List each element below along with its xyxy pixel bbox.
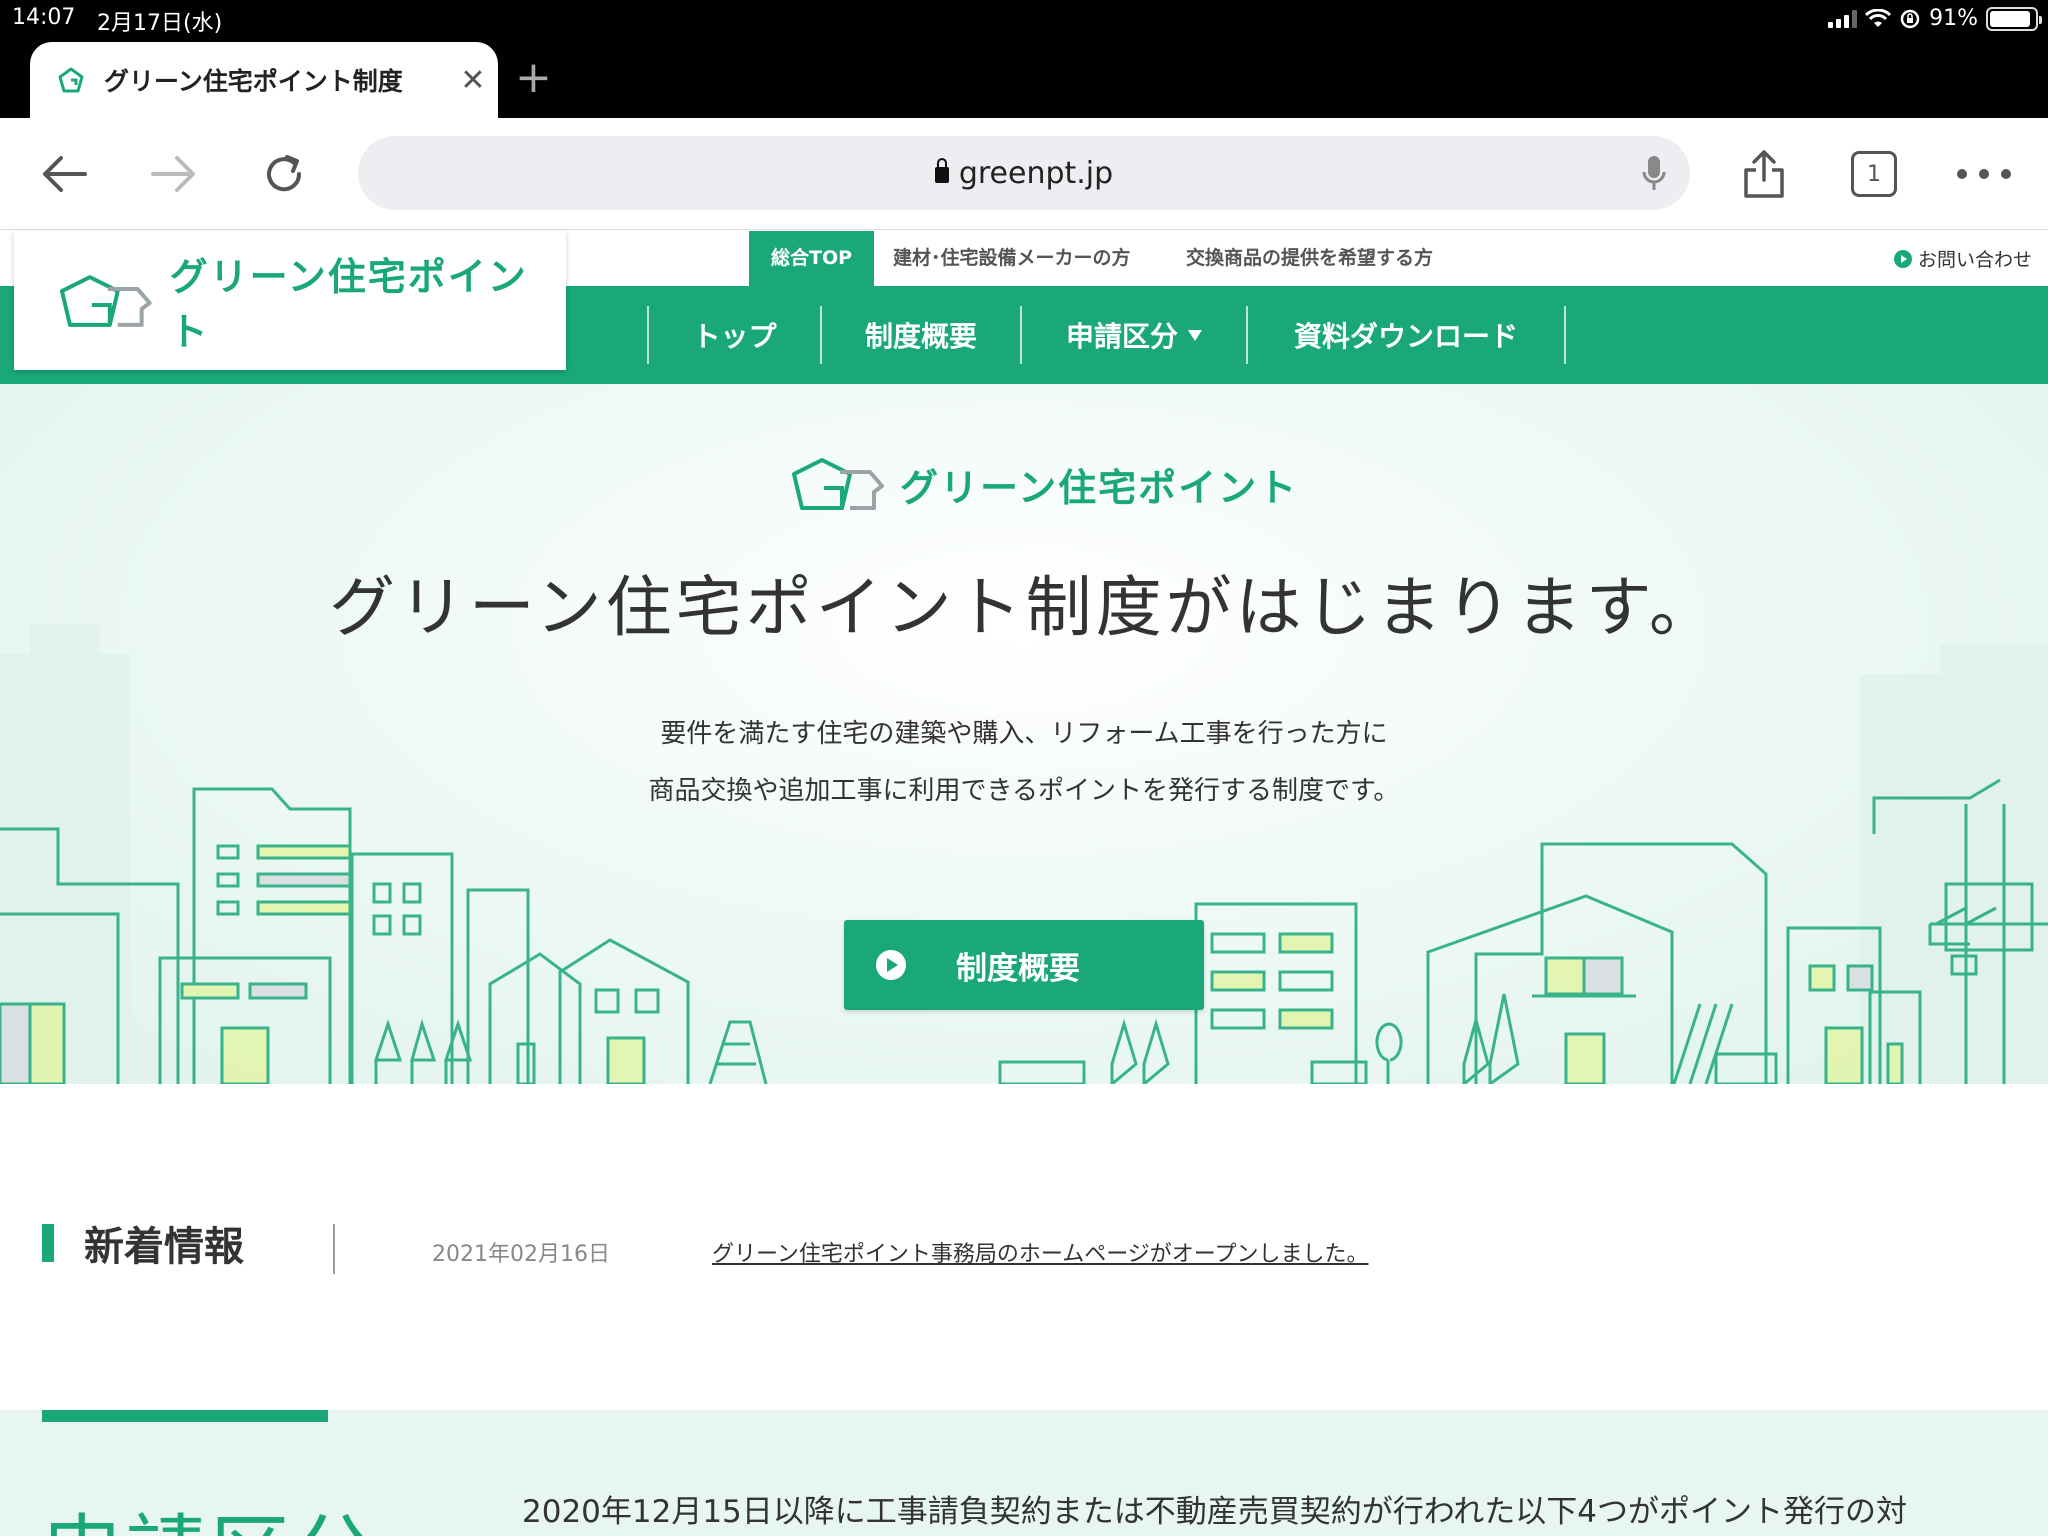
hero-section: グリーン住宅ポイント グリーン住宅ポイント制度がはじまります。 要件を満たす住宅… — [0, 384, 2048, 1084]
contact-label: お問い合わせ — [1917, 249, 2032, 271]
caret-down-icon — [1188, 329, 1202, 341]
arrow-circle-icon — [1893, 249, 1912, 268]
overview-button[interactable]: 制度概要 — [844, 920, 1204, 1010]
nav-item-download[interactable]: 資料ダウンロード — [1246, 306, 1566, 364]
subnav-item-makers[interactable]: 建材･住宅設備メーカーの方 — [893, 231, 1131, 286]
application-category-section: 申請区分 2020年12月15日以降に工事請負契約または不動産売買契約が行われた… — [0, 1410, 2048, 1536]
tab-strip: グリーン住宅ポイント制度 ✕ + — [0, 40, 2048, 118]
hero-title: グリーン住宅ポイント制度がはじまります。 — [328, 569, 1720, 646]
address-bar[interactable]: greenpt.jp — [358, 136, 1690, 210]
battery-percent: 91% — [1929, 6, 1978, 31]
nav-item-category[interactable]: 申請区分 — [1020, 306, 1246, 364]
status-date: 2月17日(水) — [97, 11, 223, 36]
house-logo-icon — [59, 274, 152, 327]
url-text: greenpt.jp — [958, 155, 1114, 191]
section-accent-bar — [42, 1410, 328, 1422]
nav-item-top[interactable]: トップ — [647, 306, 820, 364]
battery-icon — [1986, 6, 2042, 31]
lock-icon — [934, 158, 949, 183]
news-section: 新着情報 2021年02月16日 グリーン住宅ポイント事務局のホームページがオー… — [0, 1084, 2048, 1410]
wifi-icon — [1865, 8, 1892, 27]
forward-icon[interactable] — [144, 144, 204, 204]
hero-description-line: 要件を満たす住宅の建築や購入、リフォーム工事を行った方に — [660, 719, 1388, 749]
status-time: 14:07 — [12, 5, 76, 30]
hero-description-line: 商品交換や追加工事に利用できるポイントを発行する制度です。 — [648, 776, 1400, 806]
nav-item-label: 制度概要 — [864, 320, 977, 353]
tab-count: 1 — [1851, 151, 1897, 197]
logo-text: グリーン住宅ポイント — [169, 254, 528, 354]
status-indicators: 91% — [1828, 6, 2042, 31]
share-icon[interactable] — [1734, 144, 1794, 204]
reload-icon[interactable] — [254, 144, 314, 204]
hero-logo-text: グリーン住宅ポイント — [900, 465, 1299, 510]
house-logo-icon — [792, 458, 884, 510]
tab-overview-button[interactable]: 1 — [1844, 144, 1904, 204]
nav-item-label: 申請区分 — [1065, 320, 1178, 353]
microphone-icon[interactable] — [1642, 154, 1666, 194]
application-category-heading: 申請区分 — [42, 1488, 378, 1536]
hero-logo: グリーン住宅ポイント — [790, 456, 1298, 512]
news-heading: 新着情報 — [84, 1224, 244, 1270]
nav-item-label: 資料ダウンロード — [1293, 320, 1518, 353]
news-date: 2021年02月16日 — [432, 1242, 610, 1267]
back-icon[interactable] — [34, 144, 94, 204]
contact-link[interactable]: お問い合わせ — [1893, 245, 2032, 272]
more-icon[interactable] — [1954, 144, 2014, 204]
site-logo[interactable]: グリーン住宅ポイント — [14, 231, 566, 370]
cellular-signal-icon — [1828, 9, 1858, 28]
play-circle-icon — [876, 950, 906, 980]
status-bar: 14:07 2月17日(水) 91% — [0, 0, 2048, 40]
site-favicon-icon — [58, 67, 84, 93]
overview-button-label: 制度概要 — [956, 950, 1080, 987]
tab-title: グリーン住宅ポイント制度 — [104, 67, 403, 96]
tab-close-icon[interactable]: ✕ — [448, 63, 498, 98]
battery-level — [1990, 10, 2031, 27]
divider — [333, 1224, 335, 1274]
heading-accent-bar — [42, 1224, 54, 1262]
hero-description: 要件を満たす住宅の建築や購入、リフォーム工事を行った方に 商品交換や追加工事に利… — [0, 706, 2048, 820]
nav-item-label: トップ — [692, 320, 777, 353]
new-tab-icon[interactable]: + — [515, 52, 552, 103]
orientation-lock-icon — [1900, 9, 1920, 28]
browser-toolbar: greenpt.jp 1 — [0, 118, 2048, 230]
browser-tab[interactable]: グリーン住宅ポイント制度 ✕ — [30, 42, 498, 118]
application-category-text: 2020年12月15日以降に工事請負契約または不動産売買契約が行われた以下4つが… — [522, 1494, 1907, 1530]
subnav-item-exchange[interactable]: 交換商品の提供を希望する方 — [1186, 231, 1433, 286]
subnav-item-top[interactable]: 総合TOP — [749, 231, 875, 286]
nav-item-overview[interactable]: 制度概要 — [820, 306, 1020, 364]
news-link[interactable]: グリーン住宅ポイント事務局のホームページがオープンしました。 — [712, 1236, 1368, 1268]
